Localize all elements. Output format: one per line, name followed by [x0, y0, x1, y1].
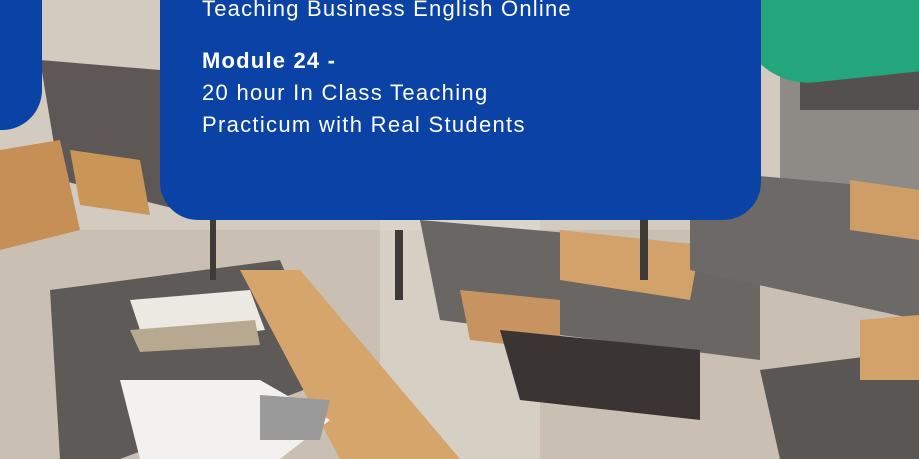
module-heading: Module 24 -: [202, 48, 337, 73]
module-description-line-2: Practicum with Real Students: [202, 112, 526, 137]
module-title-card: Teaching Business English Online Module …: [160, 0, 761, 220]
slide-canvas: Teaching Business English Online Module …: [0, 0, 919, 459]
blue-side-panel: [0, 0, 42, 130]
module-description-line-1: 20 hour In Class Teaching: [202, 80, 489, 105]
previous-module-title: Teaching Business English Online: [202, 0, 572, 21]
